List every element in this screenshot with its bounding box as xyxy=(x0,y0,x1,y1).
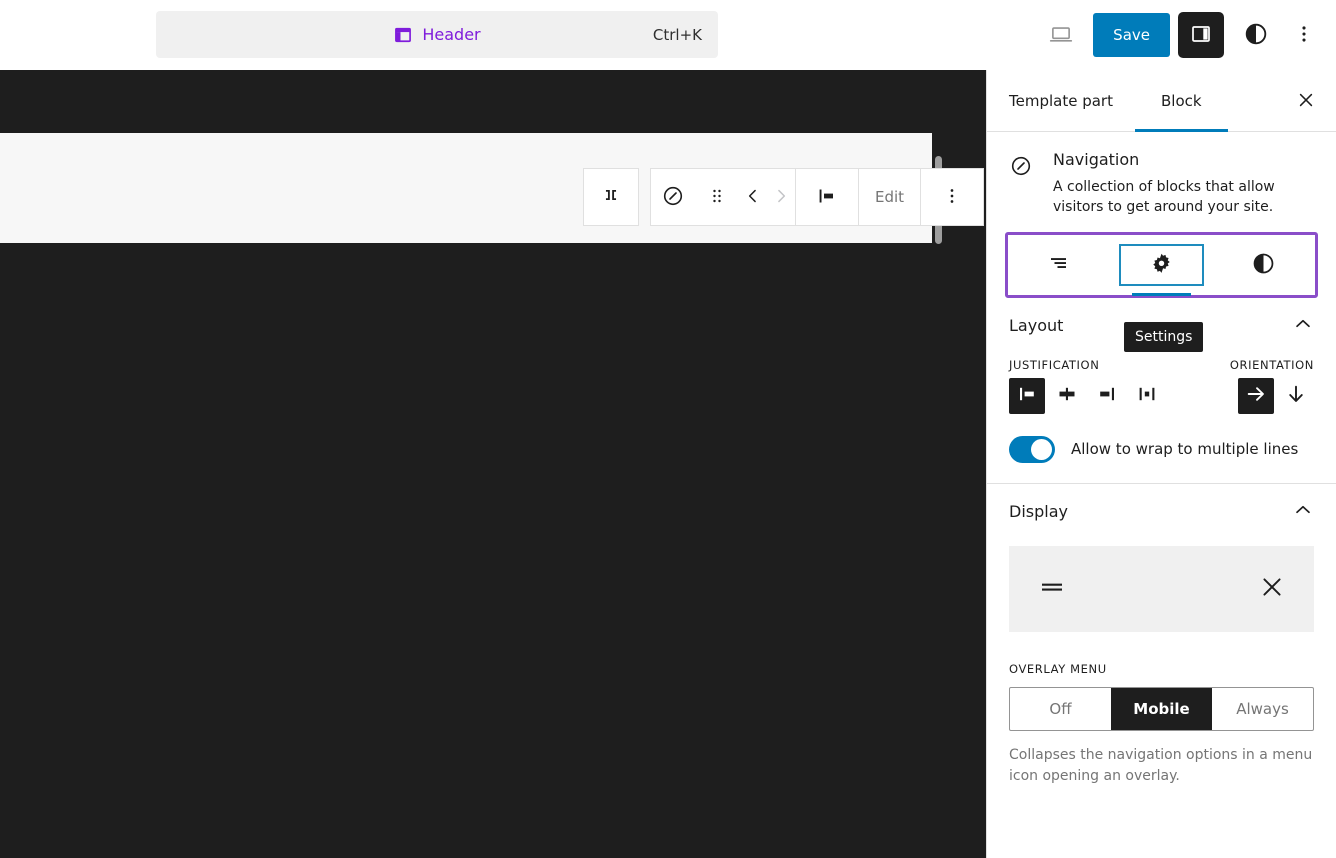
block-description: A collection of blocks that allow visito… xyxy=(1053,179,1275,216)
save-button[interactable]: Save xyxy=(1093,13,1170,57)
block-toolbar: Edit xyxy=(650,168,985,226)
close-sidebar-button[interactable] xyxy=(1290,85,1322,117)
template-part-icon xyxy=(393,25,413,45)
contrast-circle-icon xyxy=(1243,21,1269,50)
chevron-left-icon xyxy=(743,186,763,209)
move-previous-button[interactable] xyxy=(739,169,767,225)
drag-handle-button[interactable] xyxy=(695,169,739,225)
display-section: Display OVERLAY MENU Off Mobile Always C… xyxy=(987,484,1336,787)
block-options-button[interactable] xyxy=(921,169,983,225)
justification-button[interactable] xyxy=(796,169,858,225)
chevron-up-icon[interactable] xyxy=(1292,313,1314,339)
top-bar-actions: Save xyxy=(1037,0,1328,70)
chevron-up-icon[interactable] xyxy=(1292,499,1314,525)
list-view-tab[interactable] xyxy=(1008,235,1110,295)
layout-title: Layout xyxy=(1009,316,1064,336)
styles-button[interactable] xyxy=(1232,11,1280,59)
select-parent-block-button[interactable] xyxy=(583,168,639,226)
justify-space-between-icon xyxy=(1135,382,1159,409)
orientation-vertical-button[interactable] xyxy=(1278,378,1314,414)
justify-center-icon xyxy=(1055,382,1079,409)
sidebar-panel-icon xyxy=(1189,22,1213,49)
navigation-compass-icon xyxy=(661,184,685,211)
layout-controls-row xyxy=(1009,377,1314,414)
close-icon xyxy=(1296,90,1316,113)
wrap-toggle-label: Allow to wrap to multiple lines xyxy=(1071,440,1299,459)
tab-template-part[interactable]: Template part xyxy=(987,70,1135,132)
justification-control-group xyxy=(1009,377,1165,414)
display-section-header[interactable]: Display xyxy=(1009,484,1314,540)
overlay-menu-help-text: Collapses the navigation options in a me… xyxy=(1009,746,1313,784)
justify-center-button[interactable] xyxy=(1049,378,1085,414)
overlay-option-mobile[interactable]: Mobile xyxy=(1111,687,1212,730)
contrast-circle-icon xyxy=(1251,251,1276,279)
move-next-button[interactable] xyxy=(767,169,795,225)
gear-icon xyxy=(1149,251,1174,279)
vertical-ellipsis-icon xyxy=(942,186,962,209)
command-palette-button[interactable]: Header Ctrl+K xyxy=(156,11,718,58)
justify-right-icon xyxy=(1095,382,1119,409)
overlay-menu-toggle-group: Off Mobile Always xyxy=(1009,686,1314,731)
wrap-toggle-row: Allow to wrap to multiple lines xyxy=(1009,414,1314,483)
styles-tab[interactable] xyxy=(1213,235,1315,295)
block-toolbar-group-primary xyxy=(651,169,795,225)
block-toolbar-group-justify xyxy=(796,169,858,225)
justify-left-icon xyxy=(1015,382,1039,409)
vertical-ellipsis-icon xyxy=(1293,23,1315,48)
overlay-menu-label: OVERLAY MENU xyxy=(1009,661,1107,676)
top-bar: Header Ctrl+K Save xyxy=(0,0,1336,70)
settings-tab[interactable] xyxy=(1110,235,1212,296)
template-part-icon xyxy=(600,184,622,210)
arrow-right-icon xyxy=(1244,382,1268,409)
sidebar-inner-tabs xyxy=(1008,234,1315,296)
justify-right-button[interactable] xyxy=(1089,378,1125,414)
edit-button[interactable]: Edit xyxy=(859,169,920,225)
overlay-option-always[interactable]: Always xyxy=(1212,688,1313,730)
close-icon xyxy=(1258,573,1286,605)
navigation-compass-icon xyxy=(1009,154,1033,178)
laptop-icon xyxy=(1048,21,1074,50)
command-palette-label: Header xyxy=(422,25,481,44)
justification-label: JUSTIFICATION xyxy=(1009,357,1100,372)
block-title: Navigation xyxy=(1053,150,1140,169)
sidebar-inner-tab-highlight xyxy=(1005,231,1318,298)
justify-space-between-button[interactable] xyxy=(1129,378,1165,414)
orientation-control-group xyxy=(1238,377,1314,414)
orientation-label: ORIENTATION xyxy=(1229,357,1314,372)
display-title: Display xyxy=(1009,502,1068,522)
sidebar-tab-bar: Template part Block xyxy=(987,70,1336,132)
site-editor: Header Ctrl+K Save Edit Template part Bl… xyxy=(0,0,1336,858)
layout-control-labels: JUSTIFICATION ORIENTATION xyxy=(1009,354,1314,378)
overlay-option-off[interactable]: Off xyxy=(1010,688,1111,730)
list-align-icon xyxy=(1047,251,1071,278)
justify-left-button[interactable] xyxy=(1009,377,1045,414)
toggle-knob xyxy=(1031,438,1052,460)
hamburger-icon xyxy=(1037,572,1067,606)
wrap-toggle[interactable] xyxy=(1009,435,1055,463)
command-palette-shortcut: Ctrl+K xyxy=(652,25,702,44)
view-device-button[interactable] xyxy=(1037,11,1085,59)
tab-block[interactable]: Block xyxy=(1134,70,1228,132)
settings-sidebar-toggle-button[interactable] xyxy=(1178,12,1224,58)
block-type-button[interactable] xyxy=(651,169,695,225)
justify-left-icon xyxy=(815,184,839,211)
editor-canvas: Home Blog xyxy=(0,70,986,858)
chevron-right-icon xyxy=(771,186,791,209)
block-info-card: Navigation A collection of blocks that a… xyxy=(987,132,1336,232)
settings-tooltip: Settings xyxy=(1124,322,1204,352)
overlay-menu-label-wrap: OVERLAY MENU xyxy=(1009,632,1314,687)
settings-sidebar: Template part Block Navigation A collect… xyxy=(986,70,1336,858)
overlay-menu-preview[interactable] xyxy=(1009,545,1314,632)
drag-dots-icon xyxy=(707,186,727,209)
orientation-horizontal-button[interactable] xyxy=(1238,377,1274,414)
arrow-down-icon xyxy=(1284,382,1308,409)
more-options-button[interactable] xyxy=(1280,11,1328,59)
